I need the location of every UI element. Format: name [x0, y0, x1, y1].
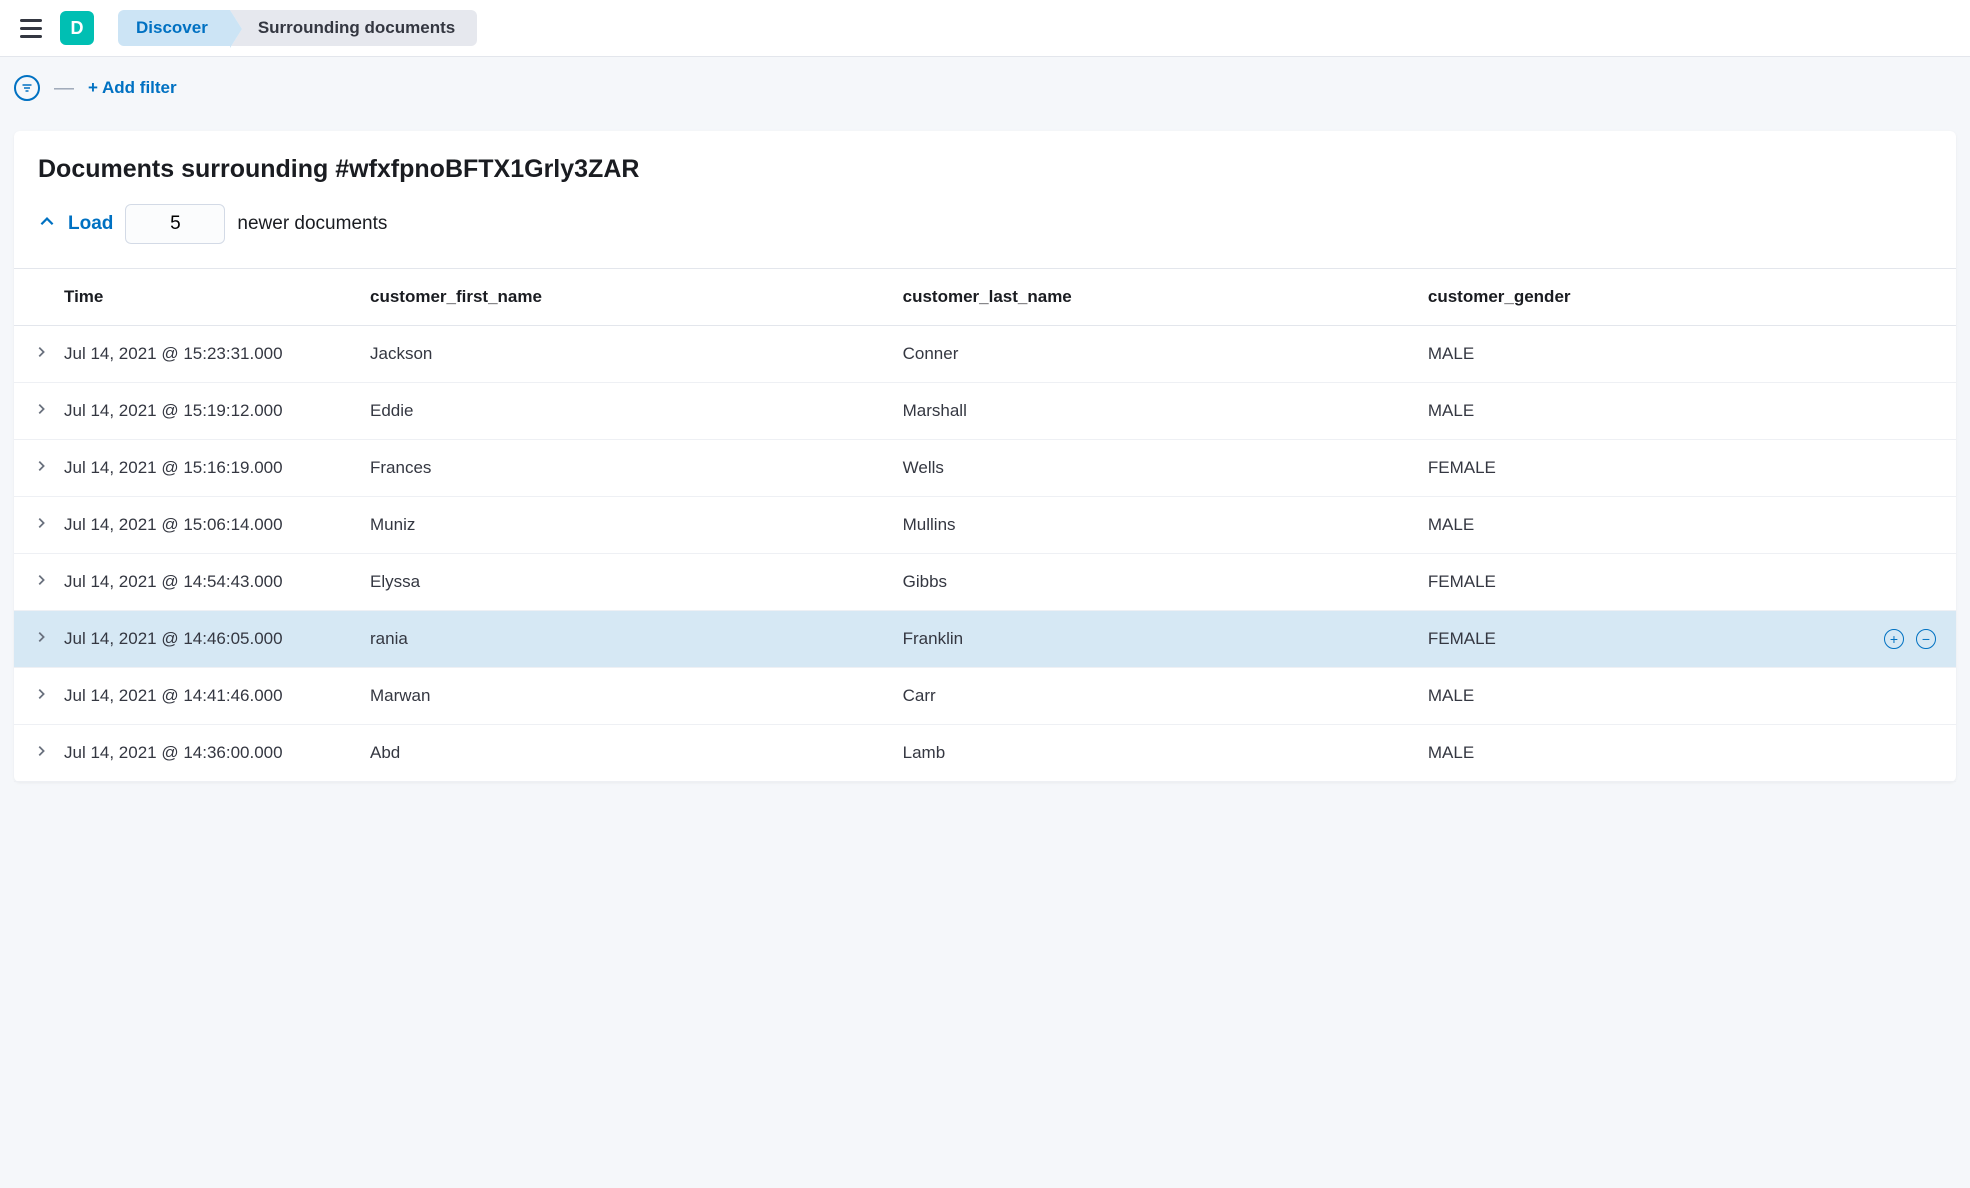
cell-gender: MALE: [1412, 725, 1868, 782]
table-row[interactable]: Jul 14, 2021 @ 14:41:46.000MarwanCarrMAL…: [14, 668, 1956, 725]
table-row[interactable]: Jul 14, 2021 @ 14:54:43.000ElyssaGibbsFE…: [14, 554, 1956, 611]
column-actions: [1868, 269, 1956, 326]
cell-first-name: Frances: [354, 440, 887, 497]
cell-time: Jul 14, 2021 @ 14:41:46.000: [64, 668, 354, 725]
breadcrumb: Discover Surrounding documents: [118, 10, 477, 46]
load-count-input[interactable]: [125, 204, 225, 244]
chevron-right-icon[interactable]: [34, 516, 48, 530]
cell-last-name: Gibbs: [887, 554, 1412, 611]
cell-first-name: Abd: [354, 725, 887, 782]
table-row[interactable]: Jul 14, 2021 @ 15:23:31.000JacksonConner…: [14, 326, 1956, 383]
cell-first-name: Marwan: [354, 668, 887, 725]
table-row[interactable]: Jul 14, 2021 @ 15:19:12.000EddieMarshall…: [14, 383, 1956, 440]
load-button[interactable]: Load: [68, 213, 113, 235]
chevron-right-icon[interactable]: [34, 744, 48, 758]
top-bar: D Discover Surrounding documents: [0, 0, 1970, 57]
minus-circle-icon[interactable]: −: [1916, 629, 1936, 649]
column-last-name[interactable]: customer_last_name: [887, 269, 1412, 326]
cell-last-name: Marshall: [887, 383, 1412, 440]
cell-last-name: Carr: [887, 668, 1412, 725]
cell-time: Jul 14, 2021 @ 14:36:00.000: [64, 725, 354, 782]
cell-last-name: Lamb: [887, 725, 1412, 782]
cell-gender: FEMALE: [1412, 611, 1868, 668]
cell-first-name: Muniz: [354, 497, 887, 554]
cell-gender: MALE: [1412, 497, 1868, 554]
add-filter-button[interactable]: + Add filter: [88, 78, 177, 98]
cell-gender: MALE: [1412, 326, 1868, 383]
table-row[interactable]: Jul 14, 2021 @ 15:06:14.000MunizMullinsM…: [14, 497, 1956, 554]
cell-last-name: Wells: [887, 440, 1412, 497]
column-expand: [14, 269, 64, 326]
app-badge[interactable]: D: [60, 11, 94, 45]
chevron-right-icon[interactable]: [34, 687, 48, 701]
load-newer-row: Load newer documents: [14, 204, 1956, 268]
chevron-right-icon[interactable]: [34, 630, 48, 644]
cell-gender: MALE: [1412, 668, 1868, 725]
table-row[interactable]: Jul 14, 2021 @ 14:36:00.000AbdLambMALE: [14, 725, 1956, 782]
filter-separator: —: [54, 77, 74, 100]
cell-time: Jul 14, 2021 @ 15:06:14.000: [64, 497, 354, 554]
chevron-up-icon[interactable]: [38, 213, 56, 236]
chevron-right-icon[interactable]: [34, 402, 48, 416]
cell-time: Jul 14, 2021 @ 14:46:05.000: [64, 611, 354, 668]
cell-time: Jul 14, 2021 @ 15:19:12.000: [64, 383, 354, 440]
cell-time: Jul 14, 2021 @ 14:54:43.000: [64, 554, 354, 611]
cell-first-name: Eddie: [354, 383, 887, 440]
cell-gender: FEMALE: [1412, 554, 1868, 611]
cell-last-name: Conner: [887, 326, 1412, 383]
table-row[interactable]: Jul 14, 2021 @ 15:16:19.000FrancesWellsF…: [14, 440, 1956, 497]
column-gender[interactable]: customer_gender: [1412, 269, 1868, 326]
cell-first-name: rania: [354, 611, 887, 668]
cell-first-name: Elyssa: [354, 554, 887, 611]
cell-first-name: Jackson: [354, 326, 887, 383]
menu-icon[interactable]: [16, 15, 46, 42]
filter-icon[interactable]: [14, 75, 40, 101]
chevron-right-icon[interactable]: [34, 345, 48, 359]
column-time[interactable]: Time: [64, 269, 354, 326]
cell-last-name: Mullins: [887, 497, 1412, 554]
load-suffix-label: newer documents: [237, 213, 387, 235]
cell-last-name: Franklin: [887, 611, 1412, 668]
plus-circle-icon[interactable]: +: [1884, 629, 1904, 649]
cell-time: Jul 14, 2021 @ 15:16:19.000: [64, 440, 354, 497]
chevron-right-icon[interactable]: [34, 459, 48, 473]
cell-time: Jul 14, 2021 @ 15:23:31.000: [64, 326, 354, 383]
column-first-name[interactable]: customer_first_name: [354, 269, 887, 326]
documents-table: Time customer_first_name customer_last_n…: [14, 268, 1956, 782]
table-row[interactable]: Jul 14, 2021 @ 14:46:05.000raniaFranklin…: [14, 611, 1956, 668]
cell-gender: MALE: [1412, 383, 1868, 440]
breadcrumb-discover[interactable]: Discover: [118, 10, 230, 46]
cell-gender: FEMALE: [1412, 440, 1868, 497]
page-title: Documents surrounding #wfxfpnoBFTX1Grly3…: [14, 155, 1956, 204]
filter-bar: — + Add filter: [0, 57, 1970, 131]
main-panel: Documents surrounding #wfxfpnoBFTX1Grly3…: [14, 131, 1956, 782]
chevron-right-icon[interactable]: [34, 573, 48, 587]
breadcrumb-surrounding-documents[interactable]: Surrounding documents: [230, 10, 477, 46]
